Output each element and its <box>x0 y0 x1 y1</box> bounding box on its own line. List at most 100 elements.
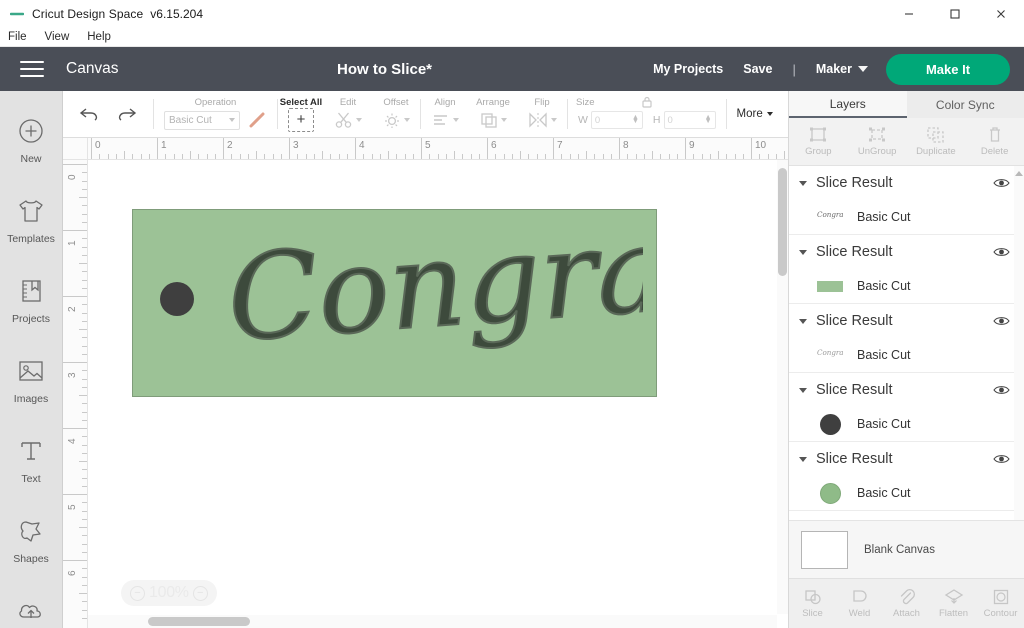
layer-row[interactable]: Basic Cut <box>789 269 1024 303</box>
caret-down-icon[interactable] <box>799 318 807 324</box>
zoom-control[interactable]: − 100% − <box>121 580 217 606</box>
layer-group[interactable]: Slice Result Basic Cut <box>789 442 1024 511</box>
ruler-tick-minor <box>82 370 87 372</box>
zoom-level: 100% <box>149 584 189 601</box>
sidebar-item-templates[interactable]: Templates <box>0 179 62 259</box>
layer-group[interactable]: Slice Result Basic Cut <box>789 235 1024 304</box>
sidebar-item-upload[interactable]: Upload <box>0 579 62 628</box>
blank-canvas-swatch[interactable] <box>801 530 848 569</box>
undo-arrow-icon[interactable] <box>79 105 101 123</box>
canvas-vertical-scrollbar[interactable] <box>777 160 788 614</box>
chevron-down-icon[interactable] <box>858 66 868 72</box>
my-projects-button[interactable]: My Projects <box>653 62 723 76</box>
layer-row[interactable]: Basic Cut <box>789 407 1024 441</box>
blank-canvas-row[interactable]: Blank Canvas <box>789 520 1024 578</box>
caret-down-icon[interactable] <box>799 249 807 255</box>
height-input[interactable]: 0 ▲ ▼ <box>663 111 716 129</box>
layer-header[interactable]: Slice Result <box>789 304 1024 338</box>
minimize-icon[interactable] <box>886 0 932 27</box>
ungroup-button[interactable]: UnGroup <box>848 118 907 165</box>
align-left-icon[interactable] <box>431 111 459 129</box>
flatten-icon <box>944 588 964 606</box>
layer-row[interactable]: Basic Cut <box>789 476 1024 510</box>
layer-header[interactable]: Slice Result <box>789 235 1024 269</box>
arrange-layers-icon[interactable] <box>479 111 507 129</box>
undo-redo-group <box>63 105 153 123</box>
document-title: How to Slice* <box>337 60 433 78</box>
ruler-tick-minor <box>668 154 670 159</box>
sidebar-item-new[interactable]: New <box>0 99 62 179</box>
delete-button[interactable]: Delete <box>965 118 1024 165</box>
layer-header[interactable]: Slice Result <box>789 166 1024 200</box>
ruler-tick-minor <box>346 154 348 159</box>
weld-button[interactable]: Weld <box>836 579 883 628</box>
panel-bottom-label: Flatten <box>938 608 969 619</box>
scissors-icon[interactable] <box>334 110 362 130</box>
eye-icon[interactable] <box>993 453 1010 465</box>
layer-group[interactable]: Slice Result Basic Cut <box>789 373 1024 442</box>
close-icon[interactable] <box>978 0 1024 27</box>
plus-circle-icon[interactable]: − <box>192 585 208 601</box>
scrollbar-thumb[interactable] <box>148 617 250 626</box>
eye-icon[interactable] <box>993 246 1010 258</box>
tab-layers[interactable]: Layers <box>789 91 907 118</box>
caret-down-icon <box>404 117 410 122</box>
flatten-button[interactable]: Flatten <box>930 579 977 628</box>
scroll-up-icon[interactable] <box>1015 171 1023 176</box>
eye-icon[interactable] <box>993 177 1010 189</box>
menu-item-help[interactable]: Help <box>87 31 111 43</box>
lock-icon[interactable] <box>640 95 654 114</box>
ruler-tick-major <box>355 138 356 159</box>
contour-button[interactable]: Contour <box>977 579 1024 628</box>
sidebar-item-projects[interactable]: Projects <box>0 259 62 339</box>
eye-icon[interactable] <box>993 384 1010 396</box>
menu-item-view[interactable]: View <box>45 31 70 43</box>
make-it-button[interactable]: Make It <box>886 53 1010 85</box>
slice-button[interactable]: Slice <box>789 579 836 628</box>
eye-icon[interactable] <box>993 315 1010 327</box>
duplicate-button[interactable]: Duplicate <box>907 118 966 165</box>
shapes-icon <box>17 514 45 548</box>
caret-down-icon[interactable] <box>799 180 807 186</box>
tab-color-sync[interactable]: Color Sync <box>906 91 1024 118</box>
artwork-rectangle[interactable]: Congrats <box>132 209 657 397</box>
sidebar-item-shapes[interactable]: Shapes <box>0 499 62 579</box>
menu-item-file[interactable]: File <box>8 31 27 43</box>
layer-row[interactable]: Congrats Basic Cut <box>789 338 1024 372</box>
more-button[interactable]: More <box>737 108 773 120</box>
maximize-icon[interactable] <box>932 0 978 27</box>
group-button[interactable]: Group <box>789 118 848 165</box>
sidebar-item-text[interactable]: Text <box>0 419 62 499</box>
layer-group[interactable]: Slice Result Congrats Basic Cut <box>789 166 1024 235</box>
pen-color-icon[interactable] <box>247 110 267 130</box>
layer-group[interactable]: Slice Result Congrats Basic Cut <box>789 304 1024 373</box>
redo-arrow-icon[interactable] <box>115 105 137 123</box>
operation-select[interactable]: Basic Cut <box>164 110 240 130</box>
artwork-congrats-text[interactable]: Congrats <box>223 222 643 387</box>
minus-circle-icon[interactable]: − <box>130 585 145 601</box>
hamburger-menu-icon[interactable] <box>20 61 44 77</box>
layer-row[interactable]: Congrats Basic Cut <box>789 200 1024 234</box>
scrollbar-thumb[interactable] <box>778 168 787 276</box>
ruler-tick-minor <box>79 593 87 594</box>
width-input[interactable]: 0 ▲ ▼ <box>590 111 643 129</box>
canvas-area[interactable]: 0 1 2 3 4 5 6 7 8 9 10 0 1 2 3 4 5 6 Congrats − 100% − <box>63 138 788 628</box>
cricut-design-space-window: Cricut Design Space v6.15.204 File View … <box>0 0 1024 628</box>
flip-horizontal-icon[interactable] <box>527 111 557 129</box>
layer-header[interactable]: Slice Result <box>789 373 1024 407</box>
attach-button[interactable]: Attach <box>883 579 930 628</box>
offset-sun-icon[interactable] <box>382 110 410 130</box>
select-all-icon[interactable]: + <box>288 107 314 132</box>
machine-selector-label[interactable]: Maker <box>816 62 852 76</box>
caret-down-icon[interactable] <box>799 456 807 462</box>
canvas-horizontal-scrollbar[interactable] <box>88 615 777 628</box>
artwork-dot[interactable] <box>160 282 194 316</box>
layer-header[interactable]: Slice Result <box>789 442 1024 476</box>
sidebar-item-images[interactable]: Images <box>0 339 62 419</box>
ruler-tick-minor <box>165 154 167 159</box>
caret-down-icon[interactable] <box>799 387 807 393</box>
ruler-tick-minor <box>759 154 761 159</box>
design-board[interactable]: Congrats − 100% − <box>88 160 788 628</box>
save-button[interactable]: Save <box>743 62 772 76</box>
ruler-tick-minor <box>82 543 87 545</box>
